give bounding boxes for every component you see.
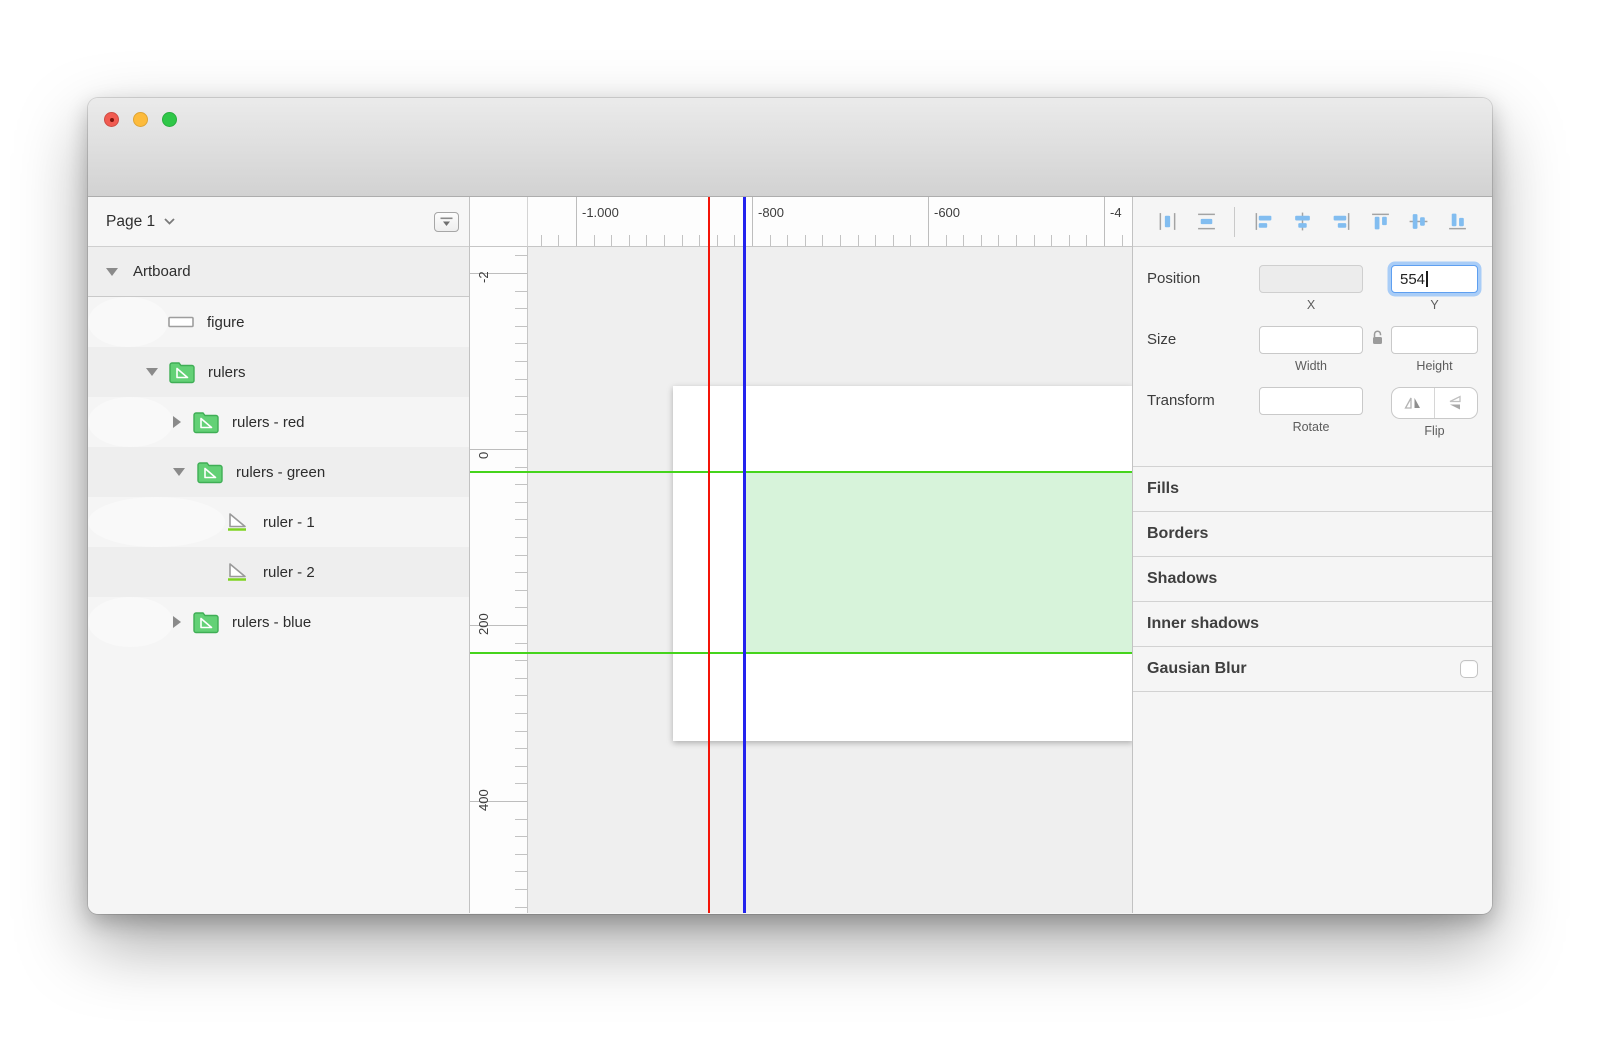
folder-icon bbox=[192, 610, 220, 634]
size-height-field[interactable] bbox=[1391, 326, 1478, 354]
layer-row-rulers[interactable]: rulers bbox=[88, 347, 469, 397]
gaussian-blur-checkbox[interactable] bbox=[1460, 660, 1478, 678]
flip-control bbox=[1391, 387, 1478, 419]
align-right-icon[interactable] bbox=[1331, 211, 1352, 232]
layer-row-rulers-red[interactable]: rulers - red bbox=[88, 397, 305, 447]
layer-label: ruler - 2 bbox=[263, 563, 315, 581]
layer-label: rulers - blue bbox=[232, 613, 312, 631]
page-list-button[interactable] bbox=[434, 211, 459, 232]
layer-row-rulers-green[interactable]: rulers - green bbox=[88, 447, 469, 497]
ruler-corner bbox=[470, 197, 528, 247]
folder-icon bbox=[196, 460, 224, 484]
style-sections: Fills Borders Shadows Inner shadows Gaus… bbox=[1133, 466, 1492, 692]
layer-label: rulers - red bbox=[232, 413, 305, 431]
inspector-panel: Position X 554 Y Size Width Height Trans… bbox=[1132, 197, 1492, 913]
titlebar bbox=[88, 98, 1492, 197]
borders-section[interactable]: Borders bbox=[1133, 512, 1492, 557]
ruler-shape-icon bbox=[225, 512, 249, 533]
green-guide-line-top[interactable] bbox=[470, 471, 1132, 473]
red-guide-line[interactable] bbox=[708, 197, 710, 913]
inner-shadows-section[interactable]: Inner shadows bbox=[1133, 602, 1492, 647]
sidebar-header: Page 1 bbox=[88, 197, 469, 247]
alignment-toolbar bbox=[1133, 197, 1492, 247]
rect-layer-icon bbox=[168, 316, 194, 328]
align-bottom-icon[interactable] bbox=[1447, 211, 1468, 232]
green-guide-line-bottom[interactable] bbox=[470, 652, 1132, 654]
position-label: Position bbox=[1147, 270, 1201, 287]
folder-icon bbox=[192, 410, 220, 434]
zoom-button[interactable] bbox=[162, 112, 177, 127]
page-selector-label: Page 1 bbox=[106, 212, 156, 230]
traffic-lights bbox=[104, 112, 177, 127]
distribute-vertically-icon[interactable] bbox=[1196, 211, 1217, 232]
gaussian-blur-section[interactable]: Gausian Blur bbox=[1133, 647, 1492, 692]
position-x-field[interactable] bbox=[1259, 265, 1363, 293]
vertical-ruler: -2 0 200 400 bbox=[470, 247, 528, 913]
flip-label: Flip bbox=[1424, 424, 1445, 438]
layer-label: rulers - green bbox=[236, 463, 326, 481]
layer-label: Artboard bbox=[133, 263, 191, 280]
size-width-field[interactable] bbox=[1259, 326, 1363, 354]
page-selector[interactable]: Page 1 bbox=[106, 213, 175, 231]
horizontal-ruler: -1.000 -800 -600 -4 bbox=[528, 197, 1132, 247]
toolbar-separator bbox=[1234, 206, 1236, 237]
shadows-section[interactable]: Shadows bbox=[1133, 557, 1492, 602]
flip-vertical-button[interactable] bbox=[1434, 388, 1477, 418]
layer-label: rulers bbox=[208, 363, 246, 381]
size-label: Size bbox=[1147, 331, 1177, 348]
layers-sidebar: Page 1 Artboard figure rulers rulers - r… bbox=[88, 197, 470, 913]
rotate-field[interactable] bbox=[1259, 387, 1363, 415]
ruler-shape-icon bbox=[225, 562, 249, 583]
rotate-label: Rotate bbox=[1292, 420, 1330, 434]
flip-horizontal-button[interactable] bbox=[1392, 388, 1434, 418]
height-label: Height bbox=[1416, 359, 1453, 373]
minimize-button[interactable] bbox=[133, 112, 148, 127]
flip-horizontal-icon bbox=[1404, 397, 1420, 409]
layer-label: ruler - 1 bbox=[263, 513, 315, 531]
lock-icon[interactable] bbox=[1371, 330, 1384, 350]
text-caret bbox=[1426, 271, 1428, 287]
align-center-horizontally-icon[interactable] bbox=[1292, 211, 1313, 232]
y-axis-label: Y bbox=[1430, 298, 1439, 312]
disclosure-triangle[interactable] bbox=[146, 368, 158, 376]
layer-row-rulers-blue[interactable]: rulers - blue bbox=[88, 597, 311, 647]
layer-row-ruler-2[interactable]: ruler - 2 bbox=[88, 547, 469, 597]
transform-label: Transform bbox=[1147, 392, 1215, 409]
x-axis-label: X bbox=[1306, 298, 1316, 312]
chevron-down-icon bbox=[164, 218, 175, 225]
layer-label: figure bbox=[207, 313, 245, 331]
close-button[interactable] bbox=[104, 112, 119, 127]
width-label: Width bbox=[1295, 359, 1327, 373]
layer-row-figure[interactable]: figure bbox=[88, 297, 245, 347]
disclosure-triangle[interactable] bbox=[106, 267, 118, 276]
canvas[interactable]: -1.000 -800 -600 -4 -2 0 200 400 bbox=[470, 197, 1132, 913]
distribute-horizontally-icon[interactable] bbox=[1157, 211, 1178, 232]
blue-guide-line[interactable] bbox=[743, 197, 746, 913]
layer-row-artboard[interactable]: Artboard bbox=[88, 247, 469, 297]
position-y-field[interactable]: 554 bbox=[1391, 265, 1478, 293]
disclosure-triangle[interactable] bbox=[173, 616, 181, 628]
flip-vertical-icon bbox=[1449, 395, 1461, 410]
align-left-icon[interactable] bbox=[1253, 211, 1274, 232]
geometry-section: Position X 554 Y Size Width Height Trans… bbox=[1133, 247, 1492, 452]
app-window: Page 1 Artboard figure rulers rulers - r… bbox=[88, 98, 1492, 914]
disclosure-triangle[interactable] bbox=[173, 468, 185, 476]
dropdown-icon bbox=[440, 217, 453, 226]
fills-section[interactable]: Fills bbox=[1133, 467, 1492, 512]
align-top-icon[interactable] bbox=[1370, 211, 1391, 232]
green-fill-rect[interactable] bbox=[745, 472, 1132, 653]
layer-row-ruler-1[interactable]: ruler - 1 bbox=[88, 497, 315, 547]
folder-icon bbox=[168, 360, 196, 384]
align-middle-vertically-icon[interactable] bbox=[1408, 211, 1429, 232]
disclosure-triangle[interactable] bbox=[173, 416, 181, 428]
